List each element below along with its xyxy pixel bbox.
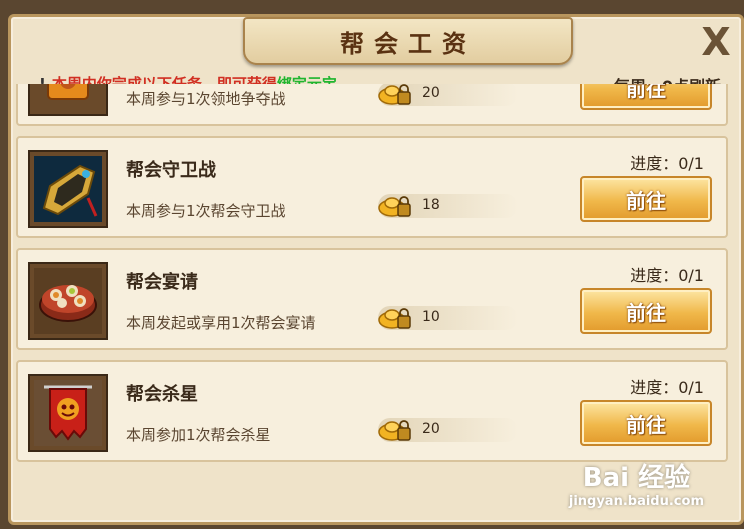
task-row: 帮会杀星 本周参加1次帮会杀星 20 进度：0/1 前往 — [16, 360, 728, 462]
task-list[interactable]: 本周参与1次领地争夺战 20 前往 帮会守卫战 本周参与1次帮会守卫战 18 进… — [16, 84, 730, 484]
task-icon-frame — [28, 84, 108, 116]
task-icon-frame — [28, 374, 108, 452]
task-progress: 进度：0/1 — [630, 266, 704, 285]
task-progress: 进度：0/1 — [630, 154, 704, 173]
task-name: 帮会杀星 — [126, 384, 198, 405]
goto-button[interactable]: 前往 — [580, 288, 712, 334]
reward-amount: 18 — [422, 197, 440, 213]
reward: 18 — [378, 194, 518, 218]
territory-war-icon — [34, 84, 102, 110]
goto-button[interactable]: 前往 — [580, 84, 712, 110]
panel-title: 帮会工资 — [340, 28, 476, 58]
task-name: 帮会宴请 — [126, 272, 198, 293]
guild-token-icon — [34, 156, 102, 222]
watermark-logo: Bai 经验 — [582, 463, 691, 493]
task-name: 帮会守卫战 — [126, 160, 216, 181]
gold-ingot-lock-icon — [378, 308, 411, 329]
goto-button[interactable]: 前往 — [580, 176, 712, 222]
task-desc: 本周参加1次帮会杀星 — [126, 426, 271, 444]
reward: 20 — [378, 418, 518, 442]
reward-amount: 20 — [422, 85, 440, 101]
gold-ingot-lock-icon — [378, 420, 411, 441]
task-progress: 进度：0/1 — [630, 378, 704, 397]
reward-amount: 20 — [422, 421, 440, 437]
red-banner-icon — [34, 380, 102, 446]
watermark-url: jingyan.baidu.com — [568, 494, 704, 509]
title-banner: 帮会工资 — [243, 17, 573, 65]
task-icon-frame — [28, 262, 108, 340]
close-icon[interactable]: X — [699, 23, 733, 61]
reward: 10 — [378, 306, 518, 330]
task-desc: 本周参与1次帮会守卫战 — [126, 202, 286, 220]
reward: 20 — [378, 84, 518, 106]
task-row: 帮会守卫战 本周参与1次帮会守卫战 18 进度：0/1 前往 — [16, 136, 728, 238]
task-icon-frame — [28, 150, 108, 228]
task-desc: 本周参与1次领地争夺战 — [126, 90, 286, 108]
task-row: 帮会宴请 本周发起或享用1次帮会宴请 10 进度：0/1 前往 — [16, 248, 728, 350]
task-desc: 本周发起或享用1次帮会宴请 — [126, 314, 316, 332]
feast-table-icon — [34, 268, 102, 334]
task-row: 本周参与1次领地争夺战 20 前往 — [16, 84, 728, 126]
gold-ingot-lock-icon — [378, 84, 411, 105]
reward-amount: 10 — [422, 309, 440, 325]
goto-button[interactable]: 前往 — [580, 400, 712, 446]
watermark: Bai 经验 jingyan.baidu.com — [569, 457, 704, 509]
gold-ingot-lock-icon — [378, 196, 411, 217]
